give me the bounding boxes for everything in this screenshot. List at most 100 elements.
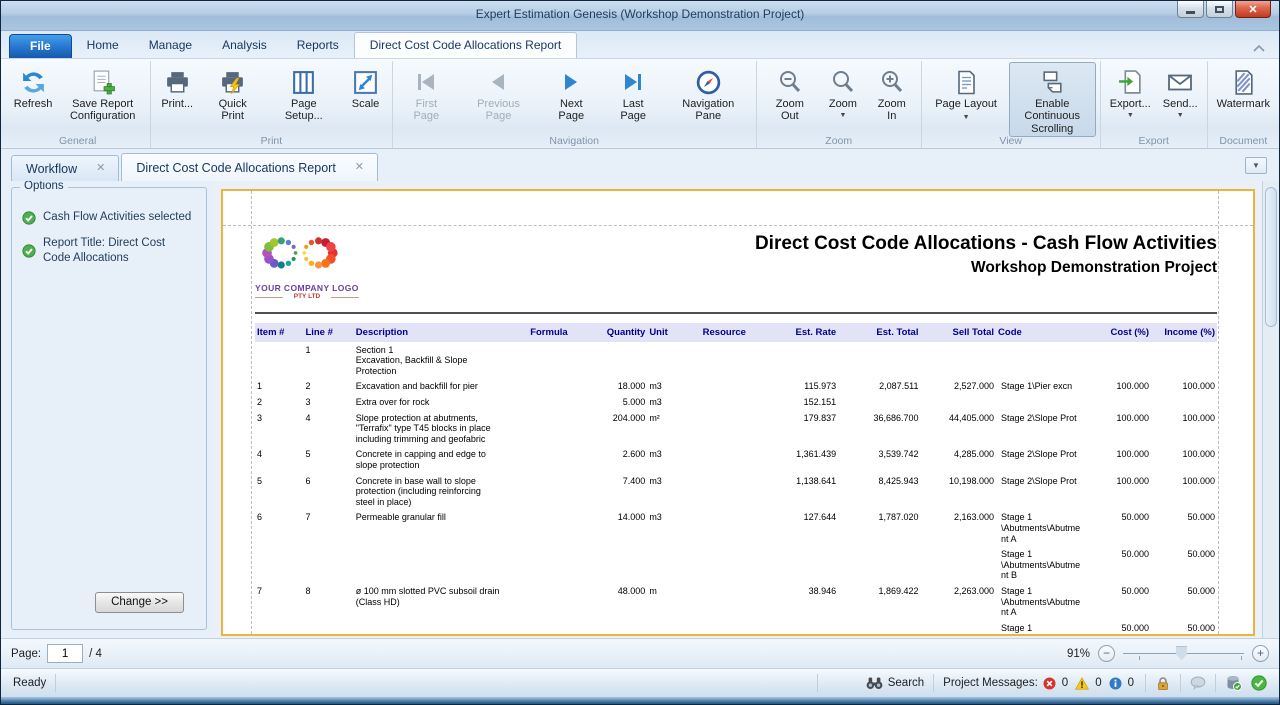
page-layout-button[interactable]: Page Layout ▼	[926, 62, 1007, 125]
send-button[interactable]: Send... ▼	[1158, 62, 1203, 121]
report-cell: 1,869.422	[838, 584, 920, 621]
page-setup-button[interactable]: Page Setup...	[266, 62, 341, 125]
next-page-button[interactable]: Next Page	[541, 62, 602, 125]
quick-print-button[interactable]: Quick Print	[201, 62, 264, 125]
button-label: Page Layout ▼	[931, 98, 1002, 123]
report-title: Direct Cost Code Allocations - Cash Flow…	[375, 233, 1217, 255]
scrollbar-thumb[interactable]	[1265, 187, 1277, 327]
report-table-body: 1Section 1 Excavation, Backfill & Slope …	[255, 342, 1217, 636]
project-messages[interactable]: Project Messages: 0 0 0	[943, 677, 1136, 690]
report-cell: 3	[255, 410, 303, 447]
file-tab[interactable]: File	[9, 34, 72, 58]
tab-manage[interactable]: Manage	[134, 33, 207, 58]
last-page-button[interactable]: Last Page	[604, 62, 663, 125]
report-cell: 100.000	[1085, 410, 1151, 447]
change-button[interactable]: Change >>	[95, 592, 184, 613]
report-cell	[1085, 394, 1151, 410]
tab-workflow[interactable]: Workflow ✕	[11, 155, 119, 181]
button-label: Enable Continuous Scrolling	[1014, 98, 1091, 135]
zoom-slider[interactable]	[1121, 644, 1246, 664]
report-cell: 7	[303, 510, 353, 547]
zoom-slider-thumb[interactable]	[1176, 647, 1187, 661]
button-label: Save Report Configuration	[64, 98, 141, 123]
refresh-button[interactable]: Refresh	[9, 62, 57, 112]
tab-close-icon[interactable]: ✕	[93, 162, 108, 175]
tab-list-dropdown-button[interactable]: ▼	[1245, 157, 1267, 174]
report-cell	[838, 620, 920, 636]
printer-icon	[164, 66, 191, 98]
column-header: Description	[354, 323, 528, 342]
report-cell: 7	[255, 584, 303, 621]
table-row: Stage 1 \Abutments\Abutment B50.00050.00…	[255, 620, 1217, 636]
button-label: Page Setup...	[271, 98, 336, 123]
separator	[55, 674, 56, 692]
button-label: Navigation Pane	[670, 98, 747, 123]
report-cell: 48.000	[591, 584, 647, 621]
navigation-pane-button[interactable]: Navigation Pane	[665, 62, 752, 125]
report-cell: m3	[647, 447, 688, 473]
first-page-button[interactable]: First Page	[397, 62, 457, 125]
zoom-out-small-button[interactable]: −	[1098, 645, 1115, 662]
vertical-scrollbar[interactable]	[1262, 181, 1279, 638]
tab-home[interactable]: Home	[72, 33, 134, 58]
ribbon-collapse-button[interactable]	[1253, 39, 1265, 57]
search-button[interactable]: Search	[866, 676, 924, 690]
column-header: Resource	[688, 323, 761, 342]
report-cell: m3	[647, 394, 688, 410]
tab-analysis[interactable]: Analysis	[207, 33, 282, 58]
report-cell: 2.600	[591, 447, 647, 473]
page-number-input[interactable]	[47, 644, 83, 663]
minimize-button[interactable]	[1177, 1, 1204, 18]
tab-reports[interactable]: Reports	[282, 33, 354, 58]
export-button[interactable]: Export... ▼	[1105, 62, 1156, 121]
report-cell: 100.000	[1085, 447, 1151, 473]
status-ok-button[interactable]	[1251, 675, 1267, 691]
scale-button[interactable]: Scale	[344, 62, 388, 112]
table-row: 1Section 1 Excavation, Backfill & Slope …	[255, 342, 1217, 379]
report-cell	[761, 620, 839, 636]
report-cell: Extra over for rock	[354, 394, 528, 410]
zoom-in-button[interactable]: Zoom In	[867, 62, 917, 125]
lock-button[interactable]	[1155, 676, 1171, 691]
database-status-button[interactable]	[1225, 675, 1242, 691]
option-item-label: Cash Flow Activities selected	[43, 210, 191, 226]
slider-tick	[1139, 656, 1140, 660]
report-cell	[838, 342, 920, 379]
binoculars-icon	[866, 676, 883, 690]
previous-page-button[interactable]: Previous Page	[458, 62, 539, 125]
zoom-out-button[interactable]: Zoom Out	[761, 62, 819, 125]
report-cell: 50.000	[1085, 584, 1151, 621]
zoom-dropdown-button[interactable]: Zoom ▼	[821, 62, 865, 121]
report-cell	[688, 447, 761, 473]
watermark-button[interactable]: Watermark	[1212, 62, 1275, 112]
close-button[interactable]: ✕	[1235, 1, 1271, 18]
tab-direct-cost-code-allocations-report-document[interactable]: Direct Cost Code Allocations Report ✕	[121, 153, 378, 181]
report-cell: 1,787.020	[838, 510, 920, 547]
report-cell	[920, 394, 996, 410]
report-cell	[688, 547, 761, 584]
compass-icon	[695, 66, 722, 98]
button-label: First Page	[402, 98, 452, 123]
options-sidebar: Options Cash Flow Activities selected Re…	[1, 181, 213, 638]
print-button[interactable]: Print...	[155, 62, 199, 112]
export-icon	[1117, 66, 1144, 98]
report-cell: Excavation and backfill for pier	[354, 379, 528, 395]
maximize-button[interactable]	[1206, 1, 1233, 18]
save-report-configuration-button[interactable]: Save Report Configuration	[59, 62, 146, 125]
tab-direct-cost-code-allocations-report[interactable]: Direct Cost Code Allocations Report	[354, 32, 577, 58]
separator	[1215, 674, 1216, 692]
report-cell	[591, 620, 647, 636]
report-cell: 5	[303, 447, 353, 473]
report-cell	[647, 547, 688, 584]
enable-continuous-scrolling-button[interactable]: Enable Continuous Scrolling	[1009, 62, 1096, 137]
zoom-in-small-button[interactable]: +	[1252, 645, 1269, 662]
zoom-out-icon	[777, 66, 803, 98]
comments-button[interactable]	[1190, 676, 1206, 690]
project-messages-label: Project Messages:	[943, 677, 1038, 689]
tab-close-icon[interactable]: ✕	[352, 161, 367, 174]
database-icon	[1225, 675, 1242, 691]
button-label: Previous Page	[463, 98, 534, 123]
report-cell: m3	[647, 473, 688, 510]
report-cell	[838, 394, 920, 410]
options-label: Options	[20, 181, 68, 192]
